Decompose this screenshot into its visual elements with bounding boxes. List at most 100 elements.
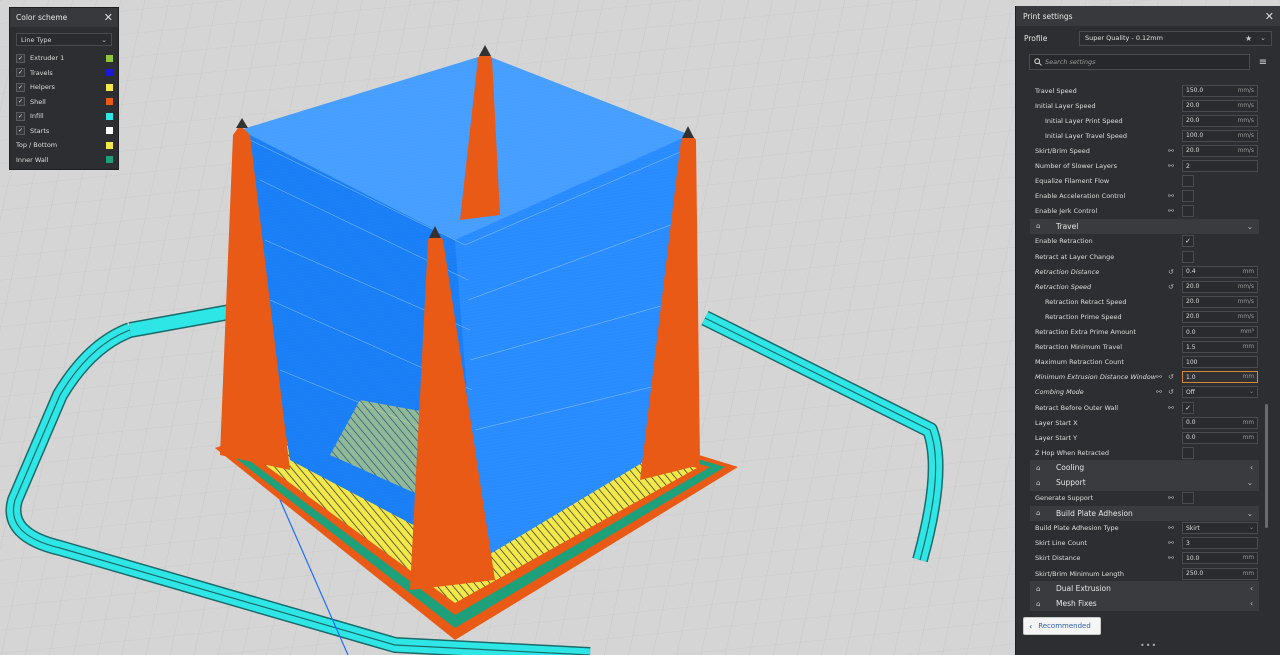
support-icon: ⌂: [1036, 478, 1041, 487]
color-scheme-header: Color scheme ✕: [10, 8, 118, 27]
setting-input[interactable]: 0.0 mm: [1182, 431, 1258, 444]
line-type-value: Line Type: [21, 35, 52, 44]
legend-checkbox[interactable]: ✓: [16, 53, 25, 63]
legend-checkbox[interactable]: ✓: [16, 111, 25, 121]
setting-input[interactable]: 1.0 mm: [1182, 371, 1258, 384]
legend-swatch: [106, 112, 113, 120]
legend-checkbox[interactable]: ✓: [16, 68, 25, 78]
setting-label: Generate Support: [1035, 494, 1094, 503]
link-icon[interactable]: ⚯: [1168, 192, 1174, 200]
legend-item[interactable]: ✓ Travels: [10, 66, 118, 81]
link-icon[interactable]: ⚯: [1168, 494, 1174, 502]
setting-row: Travel Speed 150.0 mm/s: [1016, 83, 1266, 98]
link-icon[interactable]: ⚯: [1168, 404, 1174, 412]
legend-item[interactable]: ✓ Starts: [10, 124, 118, 139]
setting-input[interactable]: 20.0 mm/s: [1182, 114, 1258, 127]
chevron-down-icon: ⌄: [1249, 389, 1254, 396]
legend-checkbox[interactable]: ✓: [16, 126, 25, 136]
setting-input[interactable]: 250.0 mm: [1182, 567, 1258, 580]
legend-checkbox[interactable]: ✓: [16, 82, 25, 92]
setting-input[interactable]: 100.0 mm/s: [1182, 129, 1258, 142]
setting-value: 150.0: [1186, 87, 1204, 95]
setting-select[interactable]: Off ⌄: [1182, 386, 1258, 399]
link-icon[interactable]: ⚯: [1156, 373, 1162, 381]
reset-icon[interactable]: ↺: [1168, 268, 1174, 276]
legend-item[interactable]: ✓ Shell: [10, 95, 118, 110]
link-icon[interactable]: ⚯: [1168, 162, 1174, 170]
category-label: Build Plate Adhesion: [1056, 508, 1133, 518]
legend-checkbox[interactable]: ✓: [16, 97, 25, 107]
setting-input[interactable]: 10.0 mm: [1182, 552, 1258, 565]
star-icon[interactable]: ★: [1245, 34, 1252, 43]
close-icon[interactable]: ✕: [1265, 11, 1274, 22]
setting-input[interactable]: 20.0 mm/s: [1182, 295, 1258, 308]
settings-menu-icon[interactable]: ≡: [1254, 57, 1272, 68]
link-icon[interactable]: ⚯: [1168, 554, 1174, 562]
setting-input[interactable]: 100: [1182, 356, 1258, 369]
setting-input[interactable]: 0.0 mm: [1182, 416, 1258, 429]
setting-input[interactable]: 20.0 mm/s: [1182, 99, 1258, 112]
legend-item[interactable]: ✓ Extruder 1: [10, 51, 118, 66]
category-label: Dual Extrusion: [1056, 584, 1111, 594]
setting-input[interactable]: 3: [1182, 537, 1258, 550]
setting-select[interactable]: Skirt ⌄: [1182, 522, 1258, 535]
setting-input[interactable]: 0.4 mm: [1182, 265, 1258, 278]
setting-checkbox[interactable]: [1182, 205, 1194, 218]
category-cooling[interactable]: ⌂ Cooling ‹: [1030, 460, 1259, 476]
setting-input[interactable]: 2: [1182, 160, 1258, 173]
category-support[interactable]: ⌂ Support ⌄: [1030, 475, 1259, 491]
legend-label: Top / Bottom: [16, 141, 58, 150]
scrollbar-thumb[interactable]: [1265, 404, 1268, 528]
reset-icon[interactable]: ↺: [1168, 283, 1174, 291]
reset-icon[interactable]: ↺: [1168, 388, 1174, 396]
setting-input[interactable]: 20.0 mm/s: [1182, 280, 1258, 293]
setting-checkbox[interactable]: [1182, 492, 1194, 505]
link-icon[interactable]: ⚯: [1168, 524, 1174, 532]
setting-value: 0.0: [1186, 434, 1196, 442]
link-icon[interactable]: ⚯: [1168, 539, 1174, 547]
setting-row: Layer Start X 0.0 mm: [1016, 415, 1266, 430]
category-build-plate-adhesion[interactable]: ⌂ Build Plate Adhesion ⌄: [1030, 505, 1259, 521]
line-type-dropdown[interactable]: Line Type ⌄: [16, 33, 112, 46]
legend-swatch: [106, 127, 113, 135]
setting-row: Retraction Speed ↺ 20.0 mm/s: [1016, 279, 1266, 294]
setting-label: Retraction Minimum Travel: [1035, 343, 1123, 352]
setting-checkbox[interactable]: [1182, 250, 1194, 263]
setting-label: Skirt/Brim Minimum Length: [1035, 569, 1125, 578]
legend-swatch: [106, 83, 113, 91]
link-icon[interactable]: ⚯: [1168, 207, 1174, 215]
setting-label: Maximum Retraction Count: [1035, 358, 1124, 367]
search-box[interactable]: [1029, 54, 1250, 70]
setting-row: Layer Start Y 0.0 mm: [1016, 430, 1266, 445]
setting-input[interactable]: 0.0 mm³: [1182, 326, 1258, 339]
profile-select[interactable]: Super Quality - 0.12mm ★ ⌄: [1079, 30, 1272, 46]
category-mesh-fixes[interactable]: ⌂ Mesh Fixes ‹: [1030, 596, 1259, 612]
setting-checkbox[interactable]: ✓: [1182, 235, 1194, 248]
category-dual-extrusion[interactable]: ⌂ Dual Extrusion ‹: [1030, 581, 1259, 597]
legend-swatch: [106, 141, 113, 149]
setting-checkbox[interactable]: [1182, 190, 1194, 203]
resize-grip-icon[interactable]: •••: [1140, 641, 1157, 650]
link-icon[interactable]: ⚯: [1156, 388, 1162, 396]
setting-input[interactable]: 1.5 mm: [1182, 341, 1258, 354]
setting-input[interactable]: 20.0 mm/s: [1182, 144, 1258, 157]
setting-row: Generate Support ⚯: [1016, 491, 1266, 506]
setting-checkbox[interactable]: [1182, 446, 1194, 459]
setting-label: Initial Layer Travel Speed: [1045, 131, 1128, 140]
legend-item[interactable]: ✓ Infill: [10, 109, 118, 124]
reset-icon[interactable]: ↺: [1168, 373, 1174, 381]
category-travel[interactable]: ⌂ Travel ⌄: [1030, 218, 1259, 234]
search-input[interactable]: [1045, 58, 1245, 66]
setting-label: Enable Acceleration Control: [1035, 192, 1126, 201]
setting-checkbox[interactable]: [1182, 175, 1194, 188]
setting-input[interactable]: 150.0 mm/s: [1182, 84, 1258, 97]
settings-list[interactable]: Travel Speed 150.0 mm/s Initial Layer Speed…: [1016, 83, 1266, 617]
link-icon[interactable]: ⚯: [1168, 147, 1174, 155]
setting-value: 20.0: [1186, 313, 1200, 321]
legend-item[interactable]: ✓ Helpers: [10, 80, 118, 95]
recommended-button[interactable]: ‹ Recommended: [1023, 617, 1101, 635]
setting-row: Skirt Distance ⚯ 10.0 mm: [1016, 551, 1266, 566]
close-icon[interactable]: ✕: [104, 12, 113, 23]
setting-input[interactable]: 20.0 mm/s: [1182, 310, 1258, 323]
setting-checkbox[interactable]: ✓: [1182, 401, 1194, 414]
